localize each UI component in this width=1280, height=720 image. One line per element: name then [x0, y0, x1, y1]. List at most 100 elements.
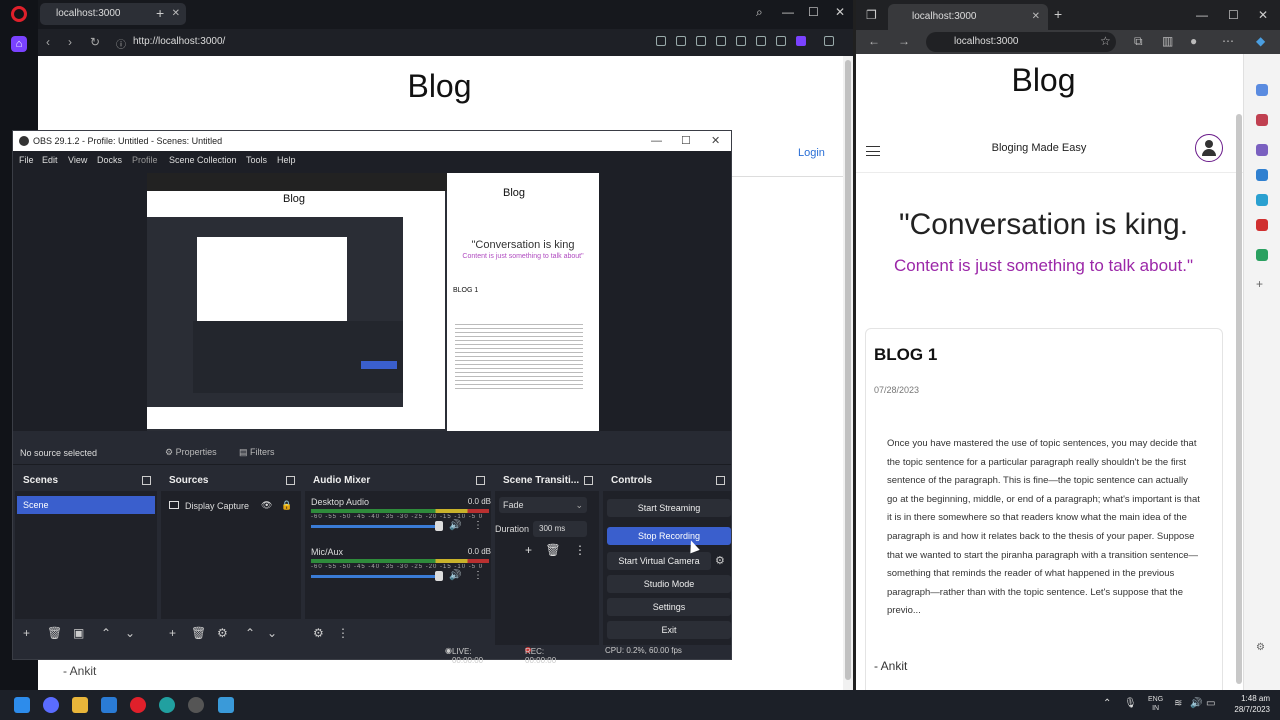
add-transition-icon[interactable]: +	[525, 543, 532, 557]
heart-icon[interactable]	[736, 36, 746, 46]
close-tab-icon[interactable]: ✕	[172, 3, 180, 25]
close-icon[interactable]: ✕	[835, 5, 845, 19]
undock-icon[interactable]	[716, 476, 725, 485]
blog-card[interactable]: BLOG 1 07/28/2023 Once you have mastered…	[865, 328, 1223, 690]
start-virtual-camera-button[interactable]: Start Virtual Camera	[607, 552, 711, 570]
edge-tab[interactable]: localhost:3000 ✕	[888, 4, 1048, 30]
close-icon[interactable]: ✕	[1258, 8, 1268, 22]
maximize-icon[interactable]: ☐	[681, 131, 691, 151]
volume-slider[interactable]	[311, 575, 441, 578]
home-icon[interactable]: ⌂	[11, 36, 27, 52]
close-tab-icon[interactable]: ✕	[1032, 4, 1040, 30]
user-avatar-icon[interactable]	[1195, 134, 1223, 162]
edge-scrollbar[interactable]	[1236, 114, 1242, 684]
start-icon[interactable]	[14, 697, 30, 713]
scene-filters-icon[interactable]: ▣	[73, 626, 84, 640]
stop-recording-button[interactable]: Stop Recording	[607, 527, 731, 545]
scrollbar-thumb[interactable]	[845, 60, 851, 680]
menu-help[interactable]: Help	[277, 155, 296, 165]
forward-icon[interactable]: ›	[68, 35, 72, 49]
lock-icon[interactable]: 🔒	[281, 500, 292, 511]
url-field[interactable]: http://localhost:3000/	[133, 36, 225, 47]
menu-profile[interactable]: Profile	[132, 155, 158, 165]
menu-view[interactable]: View	[68, 155, 87, 165]
vscode-icon[interactable]	[101, 697, 117, 713]
wifi-icon[interactable]: ≋	[1174, 699, 1182, 709]
source-item[interactable]: Display Capture 👁 🔒	[169, 500, 292, 511]
notepad-icon[interactable]	[218, 697, 234, 713]
obs-preview-area[interactable]: Blog Blog "Conversation is king Content …	[13, 169, 731, 431]
menu-docks[interactable]: Docks	[97, 155, 122, 165]
advanced-audio-icon[interactable]: ⚙	[313, 626, 324, 640]
tools-icon[interactable]	[1256, 144, 1268, 156]
add-scene-icon[interactable]: +	[23, 626, 30, 640]
minimize-icon[interactable]: —	[651, 131, 662, 151]
move-down-icon[interactable]: ⌄	[125, 626, 135, 640]
shopping-icon[interactable]	[1256, 114, 1268, 126]
volume-icon[interactable]: 🔊	[1190, 699, 1202, 709]
menu-tools[interactable]: Tools	[246, 155, 267, 165]
visibility-eye-icon[interactable]: 👁	[261, 500, 272, 511]
more-options-icon[interactable]: ⋮	[473, 570, 483, 581]
studio-mode-button[interactable]: Studio Mode	[607, 575, 731, 593]
games-icon[interactable]	[1256, 169, 1268, 181]
volume-slider[interactable]	[311, 525, 441, 528]
minimize-icon[interactable]: —	[1196, 8, 1208, 22]
mixer-menu-icon[interactable]: ⋮	[337, 626, 349, 640]
camera-icon[interactable]	[676, 36, 686, 46]
volume-slider-handle[interactable]	[435, 521, 443, 531]
undock-icon[interactable]	[584, 476, 593, 485]
easy-setup-icon[interactable]	[824, 36, 834, 46]
extension-icon[interactable]	[696, 36, 706, 46]
forward-icon[interactable]: →	[898, 34, 910, 48]
remove-scene-icon[interactable]: 🗑	[47, 626, 62, 640]
menu-edit[interactable]: Edit	[42, 155, 58, 165]
undock-icon[interactable]	[476, 476, 485, 485]
language-indicator[interactable]: ENG IN	[1148, 695, 1163, 713]
profile-icon[interactable]	[796, 36, 806, 46]
exit-button[interactable]: Exit	[607, 621, 731, 639]
reload-icon[interactable]: ↻	[90, 35, 100, 49]
volume-slider-handle[interactable]	[435, 571, 443, 581]
opera-scrollbar[interactable]	[843, 56, 853, 690]
more-options-icon[interactable]: ⋮	[473, 520, 483, 531]
speaker-icon[interactable]: 🔊	[449, 520, 461, 531]
extensions-icon[interactable]: ⧉	[1134, 34, 1143, 49]
virtual-camera-settings-icon[interactable]: ⚙	[715, 554, 725, 567]
extension-icon[interactable]	[656, 36, 666, 46]
scene-item[interactable]: Scene	[17, 496, 155, 514]
copilot-icon[interactable]	[43, 697, 59, 713]
new-tab-icon[interactable]: +	[156, 5, 164, 21]
opera-logo-icon[interactable]	[11, 6, 27, 22]
add-icon[interactable]: +	[1256, 278, 1268, 290]
filters-button[interactable]: ▤ Filters	[239, 447, 275, 458]
move-up-icon[interactable]: ⌃	[101, 626, 111, 640]
new-tab-icon[interactable]: +	[1054, 6, 1062, 22]
undock-icon[interactable]	[286, 476, 295, 485]
battery-icon[interactable]	[776, 36, 786, 46]
transition-select[interactable]: Fade ⌄	[499, 497, 587, 513]
edge-icon[interactable]	[159, 697, 175, 713]
settings-icon[interactable]: ⚙	[1256, 642, 1268, 654]
outlook-icon[interactable]	[1256, 219, 1268, 231]
search-icon[interactable]	[1256, 84, 1268, 96]
copilot-icon[interactable]: ◆	[1256, 34, 1265, 48]
obs-icon[interactable]	[188, 697, 204, 713]
settings-button[interactable]: Settings	[607, 598, 731, 616]
microphone-icon[interactable]: 🎙	[1124, 699, 1137, 709]
show-hidden-icons-icon[interactable]: ⌃	[1103, 699, 1111, 709]
more-icon[interactable]: ⋯	[1222, 34, 1234, 48]
menu-scene-collection[interactable]: Scene Collection	[169, 155, 237, 165]
office-icon[interactable]	[1256, 194, 1268, 206]
search-icon[interactable]: ⌕	[756, 5, 763, 20]
start-streaming-button[interactable]: Start Streaming	[607, 499, 731, 517]
back-icon[interactable]: ←	[868, 34, 880, 48]
speaker-icon[interactable]: 🔊	[449, 570, 461, 581]
favorite-icon[interactable]: ☆	[1100, 34, 1111, 48]
duration-input[interactable]: 300 ms	[533, 521, 587, 537]
download-icon[interactable]	[756, 36, 766, 46]
close-icon[interactable]: ✕	[711, 131, 720, 151]
transition-menu-icon[interactable]: ⋮	[574, 543, 586, 557]
minimize-icon[interactable]: —	[782, 5, 794, 19]
move-up-icon[interactable]: ⌃	[245, 626, 255, 640]
